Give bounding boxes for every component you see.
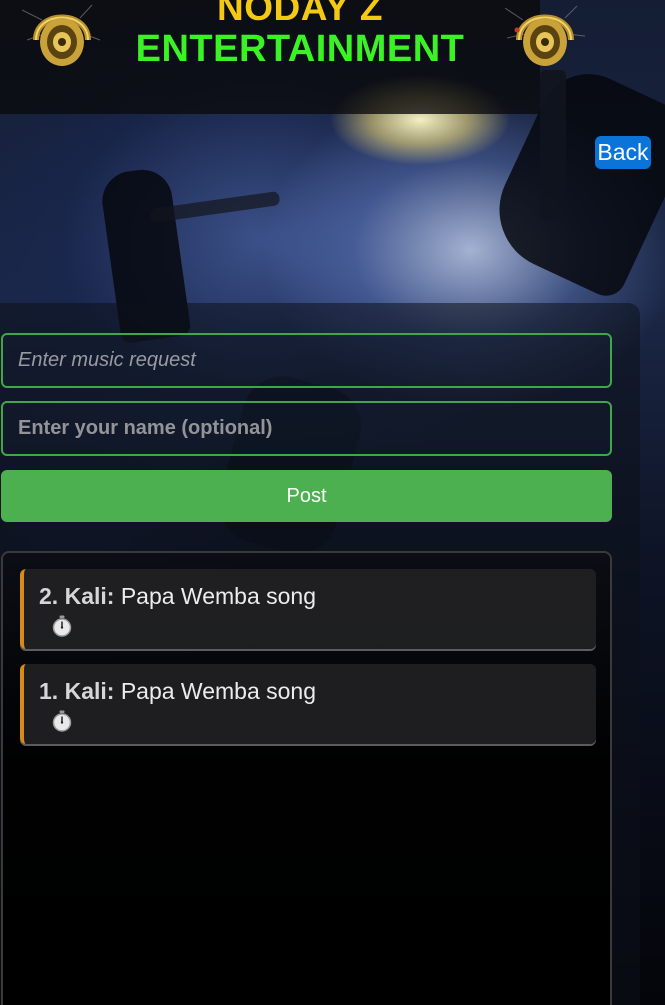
request-list: 2. Kali: Papa Wemba song 1. Kali: Papa W…: [1, 551, 612, 1005]
back-button[interactable]: Back: [595, 136, 651, 169]
request-line: 1. Kali: Papa Wemba song: [39, 678, 316, 705]
page: NODAY Z ENTERTAINMENT Back Post 2. Kali:…: [0, 0, 665, 1005]
title-line-1: NODAY Z: [217, 0, 383, 28]
request-song: Papa Wemba song: [120, 583, 317, 609]
stopwatch-icon: [52, 710, 72, 732]
title-line-2: ENTERTAINMENT: [135, 28, 465, 70]
requester-name: Kali:: [64, 678, 115, 704]
stopwatch-icon: [52, 615, 72, 637]
bottle-silhouette: [540, 70, 566, 220]
requester-name: Kali:: [64, 583, 115, 609]
music-request-input[interactable]: [1, 333, 612, 388]
header-bar: NODAY Z ENTERTAINMENT: [0, 0, 540, 114]
name-input[interactable]: [1, 401, 612, 456]
request-number: 2.: [39, 583, 59, 609]
request-number: 1.: [39, 678, 59, 704]
post-button[interactable]: Post: [1, 470, 612, 522]
headphones-icon: [505, 5, 585, 66]
request-line: 2. Kali: Papa Wemba song: [39, 583, 316, 610]
headphones-icon: [22, 4, 101, 66]
request-item: 1. Kali: Papa Wemba song: [20, 664, 596, 744]
request-song: Papa Wemba song: [120, 678, 317, 704]
request-item: 2. Kali: Papa Wemba song: [20, 569, 596, 649]
